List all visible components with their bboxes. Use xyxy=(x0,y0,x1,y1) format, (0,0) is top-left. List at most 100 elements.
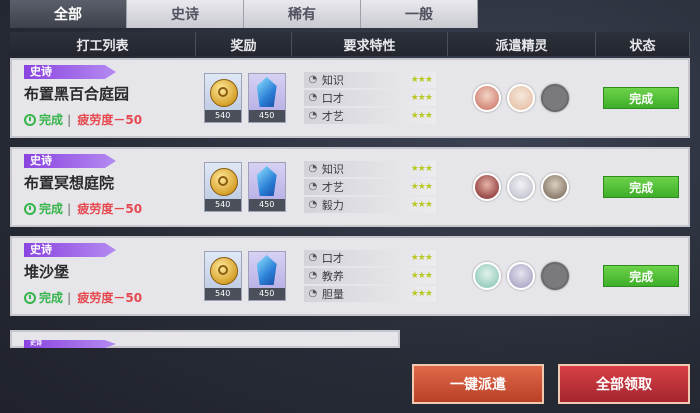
status-text: 完成 xyxy=(39,113,64,127)
trait-label: 才艺 xyxy=(321,181,344,194)
coin-reward[interactable]: 540 xyxy=(203,251,242,301)
trait-icon: ◔ xyxy=(308,252,318,263)
trait-item: ◔ 口才 ★★★ xyxy=(303,90,436,106)
traits-cell: ◔ 知识 ★★★ ◔ 才艺 ★★★ ◔ 毅力 ★★★ xyxy=(292,149,447,225)
trait-label: 口才 xyxy=(321,92,344,105)
status-text: 完成 xyxy=(39,291,64,305)
job-info: 史诗 布置黑百合庭园 完成 | 疲劳度－50 xyxy=(12,60,197,136)
sprite-avatar[interactable] xyxy=(472,84,501,112)
trait-item: ◔ 才艺 ★★★ xyxy=(303,108,436,124)
sprites-cell xyxy=(447,238,594,314)
crystal-icon xyxy=(256,255,277,285)
trait-label: 知识 xyxy=(321,74,344,87)
job-status: 完成 | 疲劳度－50 xyxy=(24,289,142,306)
sprite-avatar[interactable] xyxy=(472,262,501,290)
traits-cell: ◔ 口才 ★★★ ◔ 教养 ★★★ ◔ 胆量 ★★★ xyxy=(292,238,447,314)
trait-item: ◔ 教养 ★★★ xyxy=(303,268,436,284)
star-rating-icon: ★★★ xyxy=(410,200,433,210)
trait-icon: ◔ xyxy=(308,92,318,103)
trait-label: 毅力 xyxy=(321,199,344,212)
dispatch-all-button[interactable]: 一键派遣 xyxy=(412,364,544,404)
tab-all[interactable]: 全部 xyxy=(10,0,127,28)
reward-amount: 540 xyxy=(204,199,241,211)
coin-icon xyxy=(209,79,238,107)
rarity-tag: 史诗 xyxy=(24,154,116,168)
job-title: 布置黑百合庭园 xyxy=(24,85,130,103)
collect-all-button[interactable]: 全部领取 xyxy=(558,364,690,404)
job-row-partial: 史诗 xyxy=(10,330,400,348)
header-job-list: 打工列表 xyxy=(10,32,196,56)
crystal-reward[interactable]: 450 xyxy=(247,73,286,123)
star-rating-icon: ★★★ xyxy=(410,75,433,85)
sprite-avatar[interactable] xyxy=(472,173,501,201)
status-cell: 完成 xyxy=(595,238,688,314)
trait-item: ◔ 知识 ★★★ xyxy=(303,161,436,177)
trait-item: ◔ 毅力 ★★★ xyxy=(303,197,436,213)
job-row: 史诗 堆沙堡 完成 | 疲劳度－50 540 450 ◔ 口才 ★★★ ◔ 教养 ★★★… xyxy=(10,236,690,316)
sprite-avatar[interactable] xyxy=(506,173,535,201)
trait-item: ◔ 才艺 ★★★ xyxy=(303,179,436,195)
reward-cell: 540 450 xyxy=(197,60,292,136)
sprite-avatar[interactable] xyxy=(506,84,535,112)
crystal-icon xyxy=(256,77,277,107)
rarity-tag: 史诗 xyxy=(24,340,116,348)
reward-amount: 450 xyxy=(248,110,285,122)
coin-icon xyxy=(209,168,238,196)
job-title: 布置冥想庭院 xyxy=(24,174,115,192)
tab-epic[interactable]: 史诗 xyxy=(127,0,244,28)
star-rating-icon: ★★★ xyxy=(410,271,433,281)
trait-label: 口才 xyxy=(321,252,344,265)
sprite-slot-empty[interactable] xyxy=(540,262,569,290)
sprite-slot-empty[interactable] xyxy=(540,84,569,112)
trait-item: ◔ 知识 ★★★ xyxy=(303,72,436,88)
trait-label: 知识 xyxy=(321,163,344,176)
sprite-avatar[interactable] xyxy=(540,173,569,201)
star-rating-icon: ★★★ xyxy=(410,93,433,103)
traits-cell: ◔ 知识 ★★★ ◔ 口才 ★★★ ◔ 才艺 ★★★ xyxy=(292,60,447,136)
tab-common[interactable]: 一般 xyxy=(361,0,478,28)
coin-reward[interactable]: 540 xyxy=(203,162,242,212)
job-info: 史诗 布置冥想庭院 完成 | 疲劳度－50 xyxy=(12,149,197,225)
reward-amount: 450 xyxy=(248,288,285,300)
rarity-tag: 史诗 xyxy=(24,243,116,257)
rarity-tabs: 全部 史诗 稀有 一般 xyxy=(10,0,478,28)
reward-amount: 540 xyxy=(204,288,241,300)
tab-rare[interactable]: 稀有 xyxy=(244,0,361,28)
trait-label: 才艺 xyxy=(321,110,344,123)
trait-label: 教养 xyxy=(321,270,344,283)
complete-button[interactable]: 完成 xyxy=(603,265,680,287)
trait-icon: ◔ xyxy=(308,270,318,281)
status-cell: 完成 xyxy=(595,149,688,225)
star-rating-icon: ★★★ xyxy=(410,289,433,299)
reward-amount: 450 xyxy=(248,199,285,211)
separator: | xyxy=(67,201,72,216)
reward-cell: 540 450 xyxy=(197,238,292,314)
sprite-avatar[interactable] xyxy=(506,262,535,290)
complete-button[interactable]: 完成 xyxy=(603,87,680,109)
fatigue-text: 疲劳度－50 xyxy=(77,113,143,127)
job-list[interactable]: 史诗 布置黑百合庭园 完成 | 疲劳度－50 540 450 ◔ 知识 ★★★ ◔ 口… xyxy=(10,58,690,346)
crystal-reward[interactable]: 450 xyxy=(247,251,286,301)
header-traits: 要求特性 xyxy=(292,32,448,56)
trait-item: ◔ 胆量 ★★★ xyxy=(303,286,436,302)
complete-button[interactable]: 完成 xyxy=(603,176,680,198)
job-info: 史诗 堆沙堡 完成 | 疲劳度－50 xyxy=(12,238,197,314)
clock-icon xyxy=(24,291,36,304)
crystal-icon xyxy=(256,166,277,196)
job-row: 史诗 布置冥想庭院 完成 | 疲劳度－50 540 450 ◔ 知识 ★★★ ◔ 才艺… xyxy=(10,147,690,227)
trait-item: ◔ 口才 ★★★ xyxy=(303,250,436,266)
trait-label: 胆量 xyxy=(321,288,344,301)
job-status: 完成 | 疲劳度－50 xyxy=(24,111,142,128)
sprites-cell xyxy=(447,60,594,136)
status-text: 完成 xyxy=(39,202,64,216)
coin-reward[interactable]: 540 xyxy=(203,73,242,123)
trait-icon: ◔ xyxy=(308,181,318,192)
fatigue-text: 疲劳度－50 xyxy=(77,291,143,305)
trait-icon: ◔ xyxy=(308,163,318,174)
job-status: 完成 | 疲劳度－50 xyxy=(24,200,142,217)
trait-icon: ◔ xyxy=(308,110,318,121)
crystal-reward[interactable]: 450 xyxy=(247,162,286,212)
trait-icon: ◔ xyxy=(308,199,318,210)
clock-icon xyxy=(24,113,36,126)
header-reward: 奖励 xyxy=(196,32,292,56)
